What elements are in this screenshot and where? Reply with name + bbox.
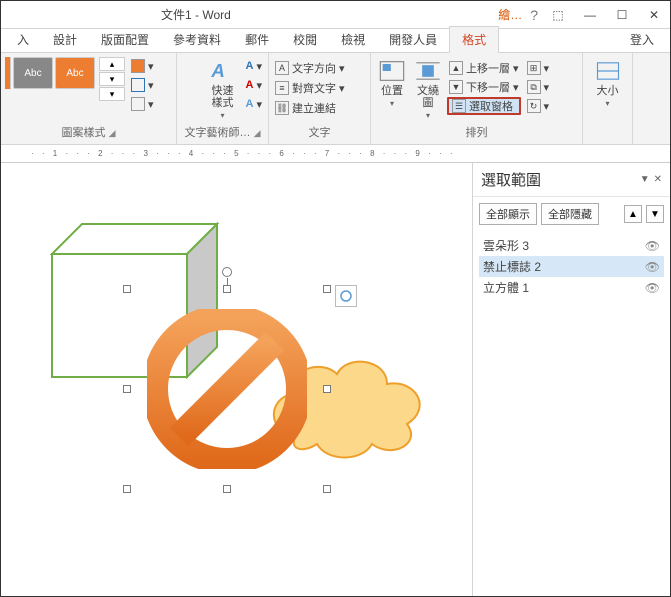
dialog-launcher-icon[interactable]: ◢	[254, 128, 261, 138]
selection-pane-title: 選取範圍	[481, 169, 636, 190]
minimize-button[interactable]: ―	[574, 1, 606, 29]
text-fill-button[interactable]: A▾	[244, 57, 264, 75]
tab-design[interactable]: 設計	[41, 27, 89, 52]
show-all-button[interactable]: 全部顯示	[479, 203, 537, 225]
resize-handle[interactable]	[223, 485, 231, 493]
horizontal-ruler[interactable]: · · 1 · · · 2 · · · 3 · · · 4 · · · 5 · …	[1, 145, 670, 163]
ribbon-tabs: 入 設計 版面配置 參考資料 郵件 校閱 檢視 開發人員 格式 登入	[1, 29, 670, 53]
quick-styles-button[interactable]: A 快速樣式 ▾	[206, 57, 240, 122]
gallery-up-icon[interactable]: ▴	[99, 57, 125, 71]
text-effects-button[interactable]: A▾	[244, 95, 264, 113]
group-arrange-label: 排列	[375, 124, 578, 142]
tab-review[interactable]: 校閱	[281, 27, 329, 52]
resize-handle[interactable]	[323, 485, 331, 493]
text-outline-button[interactable]: A▾	[244, 76, 264, 94]
text-direction-button[interactable]: A文字方向 ▾	[273, 59, 347, 77]
document-title: 文件1 - Word	[161, 6, 231, 23]
visibility-toggle-icon[interactable]: 👁	[645, 281, 660, 295]
selection-pane: 選取範圍 ▼ ✕ 全部顯示 全部隱藏 ▲ ▼ 雲朵形 3👁 禁止標誌 2👁 立方…	[472, 163, 670, 596]
maximize-button[interactable]: ☐	[606, 1, 638, 29]
gallery-more-icon[interactable]: ▾	[99, 87, 125, 101]
gallery-down-icon[interactable]: ▾	[99, 72, 125, 86]
hide-all-button[interactable]: 全部隱藏	[541, 203, 599, 225]
align-text-button[interactable]: ≡對齊文字 ▾	[273, 79, 347, 97]
layout-options-icon[interactable]	[335, 285, 357, 307]
contextual-tab-label: 繪…	[498, 6, 522, 23]
move-up-button[interactable]: ▲	[624, 205, 642, 223]
shape-outline-button[interactable]: ▾	[129, 76, 156, 94]
login-link[interactable]: 登入	[622, 27, 662, 52]
shape-style-orange[interactable]: Abc	[55, 57, 95, 89]
tab-layout[interactable]: 版面配置	[89, 27, 161, 52]
visibility-toggle-icon[interactable]: 👁	[645, 239, 660, 253]
tab-developer[interactable]: 開發人員	[377, 27, 449, 52]
size-button[interactable]: 大小▾	[591, 57, 625, 110]
send-backward-button[interactable]: ▼下移一層 ▾	[447, 78, 521, 96]
position-button[interactable]: 位置▾	[375, 57, 409, 110]
bring-forward-button[interactable]: ▲上移一層 ▾	[447, 59, 521, 77]
help-icon[interactable]: ?	[530, 7, 538, 23]
tab-mailings[interactable]: 郵件	[233, 27, 281, 52]
shape-no-symbol[interactable]	[127, 289, 327, 489]
resize-handle[interactable]	[223, 285, 231, 293]
selection-item-cloud[interactable]: 雲朵形 3👁	[479, 235, 664, 256]
group-shape-styles-label: 圖案樣式	[62, 127, 106, 139]
group-button[interactable]: ⧉▾	[525, 78, 552, 96]
svg-text:A: A	[210, 60, 224, 81]
resize-handle[interactable]	[123, 285, 131, 293]
selection-item-cube[interactable]: 立方體 1👁	[479, 277, 664, 298]
ribbon-display-options-icon[interactable]: ⬚	[542, 1, 574, 29]
move-down-button[interactable]: ▼	[646, 205, 664, 223]
visibility-toggle-icon[interactable]: 👁	[645, 260, 660, 274]
align-button[interactable]: ⊞▾	[525, 59, 552, 77]
rotate-button[interactable]: ↻▾	[525, 97, 552, 115]
dialog-launcher-icon[interactable]: ◢	[109, 128, 116, 138]
rotate-handle-icon[interactable]	[222, 267, 232, 277]
pane-close-icon[interactable]: ✕	[654, 174, 662, 185]
shape-effects-button[interactable]: ▾	[129, 95, 156, 113]
group-text-label: 文字	[273, 124, 366, 142]
group-wordart-label: 文字藝術師…	[185, 127, 251, 139]
close-button[interactable]: ✕	[638, 1, 670, 29]
resize-handle[interactable]	[123, 485, 131, 493]
ribbon: Abc Abc ▴ ▾ ▾ ▾ ▾ ▾ 圖案樣式 ◢ A 快速樣式 ▾ A▾	[1, 53, 670, 145]
tab-insert[interactable]: 入	[5, 27, 41, 52]
selection-pane-button[interactable]: ☰選取窗格	[447, 97, 521, 115]
resize-handle[interactable]	[323, 385, 331, 393]
create-link-button[interactable]: ⛓建立連結	[273, 99, 338, 117]
shape-style-gray[interactable]: Abc	[13, 57, 53, 89]
resize-handle[interactable]	[123, 385, 131, 393]
shape-fill-button[interactable]: ▾	[129, 57, 156, 75]
resize-handle[interactable]	[323, 285, 331, 293]
pane-dropdown-icon[interactable]: ▼	[640, 174, 650, 185]
tab-references[interactable]: 參考資料	[161, 27, 233, 52]
tab-format[interactable]: 格式	[449, 26, 499, 53]
wrap-text-button[interactable]: 文繞圖▾	[411, 57, 445, 122]
tab-view[interactable]: 檢視	[329, 27, 377, 52]
document-canvas[interactable]	[1, 163, 472, 596]
selection-item-no-symbol[interactable]: 禁止標誌 2👁	[479, 256, 664, 277]
